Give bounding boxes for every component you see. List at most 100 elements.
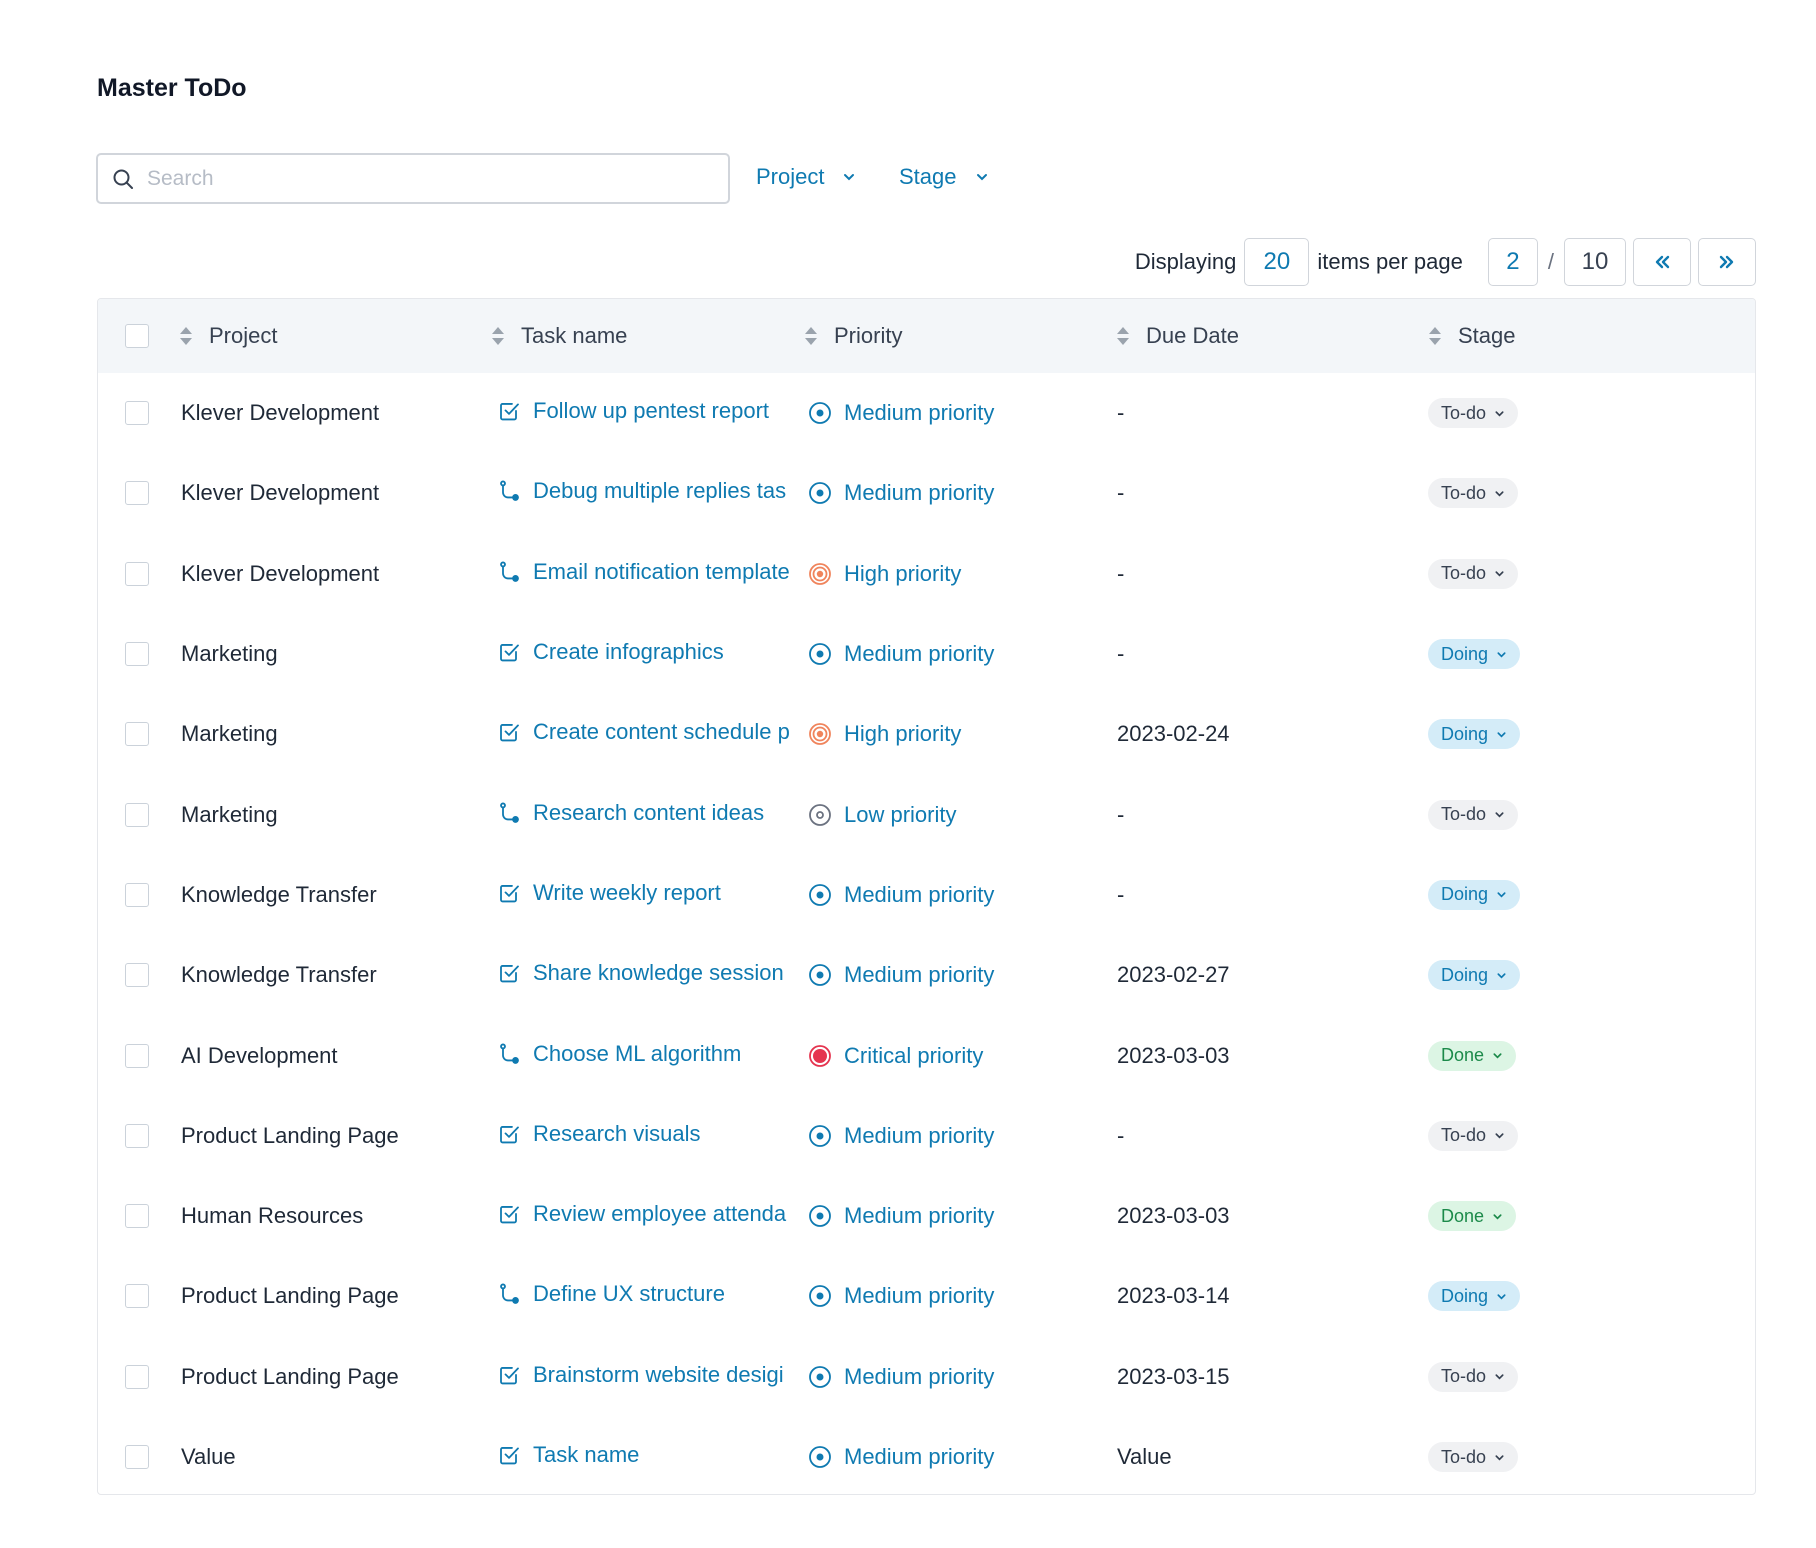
task-name-link[interactable]: Research visuals: [497, 1121, 793, 1147]
stage-label: To-do: [1441, 1366, 1487, 1387]
search-input[interactable]: [147, 166, 707, 191]
stage-label: Doing: [1441, 884, 1489, 905]
task-name-link[interactable]: Debug multiple replies tas: [497, 478, 793, 504]
row-checkbox[interactable]: [125, 401, 149, 426]
select-all-checkbox[interactable]: [125, 324, 149, 348]
sort-icon: [492, 327, 504, 345]
stage-dropdown[interactable]: To-do: [1428, 398, 1519, 429]
project-cell: Klever Development: [181, 400, 380, 426]
stage-dropdown[interactable]: To-do: [1428, 799, 1519, 830]
priority-cell: High priority: [808, 561, 961, 587]
table-row[interactable]: Marketing Create infographics Medium prior…: [98, 614, 1755, 694]
priority-label: High priority: [844, 721, 962, 747]
task-name-link[interactable]: Email notification template: [497, 559, 793, 585]
row-checkbox[interactable]: [125, 1043, 149, 1068]
row-checkbox[interactable]: [125, 481, 149, 506]
table-row[interactable]: Human Resources Review employee attenda Me…: [98, 1176, 1755, 1256]
table-row[interactable]: Klever Development Email notification tem…: [98, 534, 1755, 614]
priority-cell: Medium priority: [808, 1283, 994, 1309]
table-row[interactable]: Marketing Research content ideas Low prior…: [98, 774, 1755, 854]
row-checkbox[interactable]: [125, 1123, 149, 1148]
stage-dropdown[interactable]: Doing: [1428, 879, 1521, 910]
due-date-cell: 2023-03-03: [1117, 1203, 1230, 1229]
task-name-link[interactable]: Follow up pentest report: [497, 398, 793, 424]
column-header-project[interactable]: Project: [179, 323, 277, 349]
stage-dropdown[interactable]: Doing: [1428, 719, 1521, 750]
table-row[interactable]: Product Landing Page Define UX structure M…: [98, 1256, 1755, 1336]
table-row[interactable]: Knowledge Transfer Write weekly report Med…: [98, 855, 1755, 935]
row-checkbox[interactable]: [125, 1445, 149, 1469]
stage-dropdown[interactable]: To-do: [1428, 1361, 1519, 1392]
table-row[interactable]: Product Landing Page Brainstorm website d…: [98, 1337, 1755, 1417]
row-checkbox[interactable]: [125, 561, 149, 586]
stage-dropdown[interactable]: To-do: [1428, 558, 1519, 589]
checkbox-task-icon: [500, 1125, 519, 1144]
task-name-text: Follow up pentest report: [533, 398, 770, 424]
stage-dropdown[interactable]: Done: [1428, 1040, 1517, 1071]
column-header-task-name[interactable]: Task name: [491, 323, 627, 349]
project-cell: Marketing: [181, 641, 278, 667]
task-name-link[interactable]: Task name: [497, 1442, 793, 1468]
stage-filter-dropdown[interactable]: Stage: [899, 164, 989, 190]
row-checkbox[interactable]: [125, 1364, 149, 1389]
table-row[interactable]: Product Landing Page Research visuals Medi…: [98, 1096, 1755, 1176]
priority-label: Critical priority: [844, 1042, 984, 1068]
current-page-input[interactable]: 2: [1487, 238, 1538, 286]
medium-priority-icon: [809, 1446, 831, 1468]
last-page-button[interactable]: [1698, 238, 1756, 286]
task-name-link[interactable]: Create infographics: [497, 639, 793, 665]
double-chevron-left-icon: [1655, 255, 1670, 269]
medium-priority-icon: [809, 1365, 831, 1388]
row-checkbox[interactable]: [125, 722, 149, 747]
task-name-link[interactable]: Define UX structure: [497, 1281, 793, 1307]
table-row[interactable]: Marketing Create content schedule p High p…: [98, 694, 1755, 774]
column-header-stage[interactable]: Stage: [1428, 323, 1516, 349]
medium-priority-icon: [809, 884, 831, 906]
project-filter-dropdown[interactable]: Project: [756, 164, 856, 190]
task-name-link[interactable]: Create content schedule p: [497, 719, 793, 745]
row-checkbox[interactable]: [125, 963, 149, 988]
task-name-link[interactable]: Share knowledge session: [497, 960, 793, 986]
stage-dropdown[interactable]: Done: [1428, 1201, 1517, 1232]
row-checkbox[interactable]: [125, 1284, 149, 1309]
priority-label: Medium priority: [844, 1203, 995, 1229]
due-date-cell: 2023-02-27: [1117, 962, 1230, 988]
column-header-priority[interactable]: Priority: [804, 323, 902, 349]
task-name-link[interactable]: Choose ML algorithm: [497, 1040, 793, 1066]
priority-label: Medium priority: [844, 1122, 995, 1148]
row-checkbox[interactable]: [125, 882, 149, 907]
table-row[interactable]: Klever Development Debug multiple replies…: [98, 453, 1755, 533]
row-checkbox[interactable]: [125, 642, 149, 667]
priority-cell: Critical priority: [808, 1043, 983, 1069]
row-checkbox[interactable]: [125, 802, 149, 827]
table-row[interactable]: AI Development Choose ML algorithm Critica…: [98, 1015, 1755, 1095]
column-header-label: Task name: [521, 323, 628, 348]
stage-dropdown[interactable]: Doing: [1428, 639, 1521, 670]
table-row[interactable]: Knowledge Transfer Share knowledge sessio…: [98, 935, 1755, 1015]
subtask-icon: [500, 561, 519, 582]
project-cell: Human Resources: [181, 1203, 364, 1229]
task-name-link[interactable]: Write weekly report: [497, 880, 793, 906]
first-page-button[interactable]: [1633, 238, 1691, 286]
table-row[interactable]: Value Task name Medium priority Value To-do: [98, 1417, 1755, 1494]
stage-dropdown[interactable]: To-do: [1428, 1442, 1519, 1472]
stage-dropdown[interactable]: To-do: [1428, 478, 1519, 509]
task-name-text: Research content ideas: [533, 799, 765, 825]
column-header-label: Priority: [834, 323, 903, 348]
stage-dropdown[interactable]: Doing: [1428, 960, 1521, 991]
stage-label: Doing: [1441, 643, 1489, 664]
row-checkbox[interactable]: [125, 1204, 149, 1229]
task-name-link[interactable]: Research content ideas: [497, 800, 793, 826]
items-per-page-input[interactable]: 20: [1244, 238, 1310, 286]
checkbox-task-icon: [500, 884, 519, 903]
stage-dropdown[interactable]: To-do: [1428, 1120, 1519, 1151]
column-header-due-date[interactable]: Due Date: [1116, 323, 1239, 349]
sort-icon: [180, 327, 192, 345]
stage-dropdown[interactable]: Doing: [1428, 1281, 1521, 1312]
task-name-link[interactable]: Review employee attenda: [497, 1201, 793, 1227]
task-name-text: Brainstorm website desigi: [533, 1361, 784, 1387]
search-box[interactable]: [96, 153, 730, 204]
table-row[interactable]: Klever Development Follow up pentest repo…: [98, 373, 1755, 453]
high-priority-icon: [809, 562, 831, 585]
task-name-link[interactable]: Brainstorm website desigi: [497, 1362, 793, 1388]
